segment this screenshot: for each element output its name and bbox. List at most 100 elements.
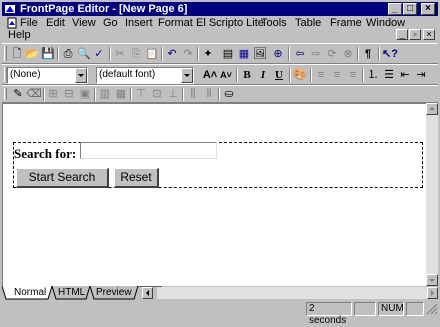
paste-icon[interactable]: 📋 xyxy=(144,46,160,62)
menu-edit[interactable]: Edit xyxy=(46,17,65,30)
merge-cells-icon[interactable]: ▣ xyxy=(77,86,93,102)
pencil-icon[interactable]: ✎ xyxy=(10,86,26,102)
copy-icon[interactable]: ⎘ xyxy=(128,46,144,62)
start-search-button[interactable]: Start Search xyxy=(16,168,109,188)
arrow-up-icon xyxy=(429,107,435,110)
increase-indent-icon[interactable]: ⇥ xyxy=(413,67,429,83)
back-icon[interactable]: ⇦ xyxy=(292,46,308,62)
toolbar-separator xyxy=(94,88,96,101)
insert-image-icon[interactable]: 🖼 xyxy=(252,46,268,62)
bold-icon[interactable]: B xyxy=(239,67,255,83)
text-color-icon[interactable]: 🎨 xyxy=(292,67,308,83)
underline-icon[interactable]: U xyxy=(271,67,287,83)
print-preview-icon[interactable]: 🔍 xyxy=(76,46,92,62)
vertical-scrollbar[interactable] xyxy=(426,103,438,286)
arrow-down-icon xyxy=(429,279,435,282)
toolbar-separator xyxy=(288,47,290,61)
undo-icon[interactable]: ↶ xyxy=(164,46,180,62)
standard-toolbar: 🗋 📂 💾 ⎙ 🔍 ✓ ✂ ⎘ 📋 ↶ ↷ ✦ ▤ ▦ 🖼 ⊕ ⇦ ⇨ ⟳ ⊗ … xyxy=(2,43,438,64)
align-right-icon[interactable]: ≡ xyxy=(345,67,361,83)
menu-format[interactable]: Format xyxy=(158,17,193,30)
forward-icon[interactable]: ⇨ xyxy=(308,46,324,62)
tab-normal[interactable]: Normal xyxy=(14,286,46,299)
doc-restore-button[interactable]: ▫ xyxy=(409,29,421,40)
resize-grip-icon[interactable] xyxy=(426,303,438,315)
help-pointer-icon[interactable]: ↖? xyxy=(382,46,398,62)
scroll-up-button[interactable] xyxy=(426,103,438,115)
new-page-icon[interactable]: 🗋 xyxy=(9,46,25,62)
spelling-icon[interactable]: ✓ xyxy=(91,46,107,62)
font-dropdown-value: (default font) xyxy=(99,69,156,80)
cut-icon[interactable]: ✂ xyxy=(112,46,128,62)
toolbar-separator xyxy=(378,47,380,61)
menu-view[interactable]: View xyxy=(72,17,96,30)
decrease-indent-icon[interactable]: ⇤ xyxy=(397,67,413,83)
horizontal-scroll-track[interactable] xyxy=(157,287,427,299)
hyperlink-icon[interactable]: ⊕ xyxy=(270,46,286,62)
menu-frame[interactable]: Frame xyxy=(330,17,362,30)
align-left-icon[interactable]: ≡ xyxy=(313,67,329,83)
menu-help[interactable]: Help xyxy=(8,29,31,42)
italic-icon[interactable]: I xyxy=(255,67,271,83)
numbered-list-icon[interactable]: ⒈ xyxy=(365,67,381,83)
doc-minimize-button[interactable]: _ xyxy=(396,29,408,40)
form-field-icon[interactable]: ▤ xyxy=(220,46,236,62)
search-input[interactable] xyxy=(80,142,217,159)
status-blank-2 xyxy=(406,302,424,316)
style-dropdown-value: (None) xyxy=(10,69,41,80)
distribute-rows-icon[interactable]: ⫼ xyxy=(185,86,201,102)
menu-el-scripto-lite[interactable]: El Scripto Lite xyxy=(196,17,264,30)
center-vertically-icon[interactable]: ⊡ xyxy=(149,86,165,102)
toolbar-separator xyxy=(130,88,132,101)
align-top-icon[interactable]: ⊤ xyxy=(133,86,149,102)
align-center-icon[interactable]: ≡ xyxy=(329,67,345,83)
toolbar-grip[interactable] xyxy=(4,88,7,100)
stop-icon[interactable]: ⊗ xyxy=(340,46,356,62)
chevron-down-icon[interactable] xyxy=(75,68,87,83)
doc-close-button[interactable]: × xyxy=(423,29,435,40)
increase-font-size-icon[interactable]: A˄ xyxy=(202,67,218,83)
tab-scroll-button[interactable] xyxy=(142,287,153,299)
close-button[interactable]: × xyxy=(421,3,435,15)
bulleted-list-icon[interactable]: ☰ xyxy=(381,67,397,83)
minimize-button[interactable]: _ xyxy=(388,3,402,15)
tab-html[interactable]: HTML xyxy=(58,286,85,299)
components-icon[interactable]: ✦ xyxy=(200,46,216,62)
eraser-icon[interactable]: ⌫ xyxy=(26,86,42,102)
toolbar-separator xyxy=(289,68,291,82)
menu-insert[interactable]: Insert xyxy=(125,17,153,30)
refresh-icon[interactable]: ⟳ xyxy=(324,46,340,62)
insert-table-icon[interactable]: ▦ xyxy=(236,46,252,62)
save-icon[interactable]: 💾 xyxy=(40,46,56,62)
scroll-down-button[interactable] xyxy=(426,274,438,286)
open-icon[interactable]: 📂 xyxy=(24,46,40,62)
status-time: 2 seconds xyxy=(306,302,352,326)
chevron-down-icon[interactable] xyxy=(181,68,193,83)
menu-go[interactable]: Go xyxy=(103,17,118,30)
print-icon[interactable]: ⎙ xyxy=(60,46,76,62)
document-icon[interactable] xyxy=(6,17,18,29)
reset-button[interactable]: Reset xyxy=(114,168,159,188)
menu-table[interactable]: Table xyxy=(295,17,321,30)
redo-icon[interactable]: ↷ xyxy=(180,46,196,62)
show-paragraph-marks-icon[interactable]: ¶ xyxy=(360,46,376,62)
decrease-font-size-icon[interactable]: A˅ xyxy=(218,67,234,83)
select-table-icon[interactable]: ▦ xyxy=(113,86,129,102)
style-dropdown[interactable]: (None) xyxy=(7,67,88,84)
page-editor[interactable]: Search for: Start Search Reset xyxy=(2,103,426,286)
scroll-right-button[interactable] xyxy=(427,287,438,299)
tab-preview[interactable]: Preview xyxy=(96,286,132,299)
maximize-button[interactable]: □ xyxy=(403,3,417,15)
toolbar-separator xyxy=(182,88,184,101)
title-bar[interactable]: FrontPage Editor - [New Page 6] _ □ × xyxy=(2,2,438,16)
split-cells-icon[interactable]: ▥ xyxy=(97,86,113,102)
fill-color-icon[interactable]: ⛀ xyxy=(221,86,237,102)
distribute-columns-icon[interactable]: ⦀ xyxy=(201,86,217,102)
font-dropdown[interactable]: (default font) xyxy=(96,67,194,84)
menu-tools[interactable]: Tools xyxy=(261,17,287,30)
insert-columns-icon[interactable]: ⊟ xyxy=(61,86,77,102)
toolbar-grip[interactable] xyxy=(4,46,7,61)
status-message xyxy=(2,302,302,316)
insert-rows-icon[interactable]: ⊞ xyxy=(45,86,61,102)
align-bottom-icon[interactable]: ⊥ xyxy=(165,86,181,102)
